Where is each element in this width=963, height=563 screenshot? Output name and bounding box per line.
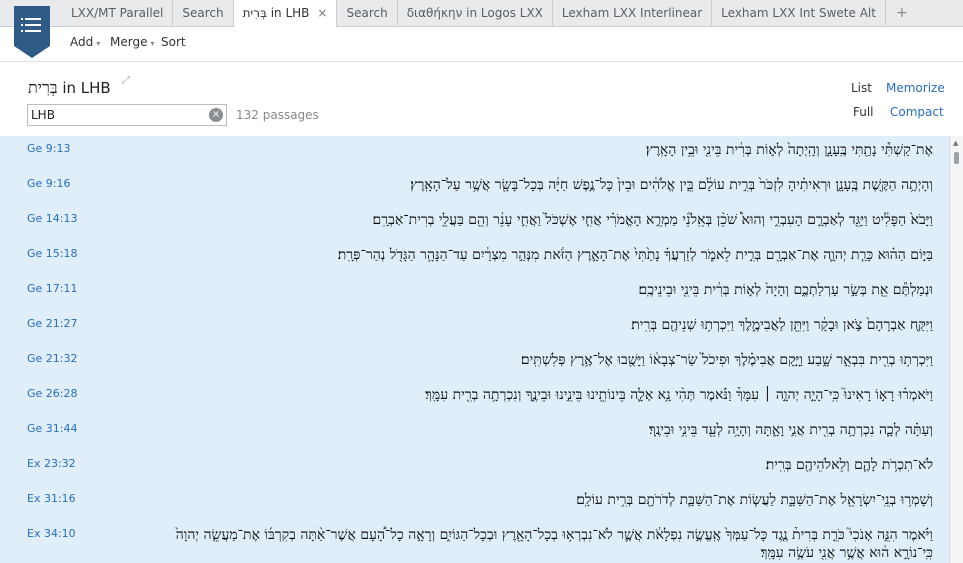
tab-bar: LXX/MT Parallel Search בְּרִית in LHB × Sear…	[0, 0, 963, 28]
verse-reference-link[interactable]: Ex 31:16	[27, 492, 76, 505]
verse-reference-link[interactable]: Ge 17:11	[27, 282, 78, 295]
memorize-view-link[interactable]: Memorize	[886, 81, 945, 95]
vertical-scrollbar[interactable]: ▲	[949, 136, 963, 563]
tab-label: Lexham LXX Int Swete Alt	[721, 6, 876, 20]
verse-reference-link[interactable]: Ge 26:28	[27, 387, 78, 400]
result-row[interactable]: Ex 31:16 וְשָׁמְר֥וּ בְנֵֽי־יִשְׂרָאֵ֖ל א…	[0, 486, 945, 521]
verse-text: וַיֹּ֗אמֶר הִנֵּ֣ה אָנֹכִי֮ כֹּרֵ֣ת בְּר…	[175, 527, 933, 561]
verse-text: וּנְמַלְתֶּ֕ם אֵ֖ת בְּשַׂ֣ר עָרְלַתְכֶ֑ם…	[638, 282, 933, 298]
verse-text: בַּיּ֣וֹם הַה֗וּא כָּרַ֧ת יְהוָ֛ה אֶת־אַ…	[337, 247, 933, 263]
verse-reference-link[interactable]: Ge 21:32	[27, 352, 78, 365]
tab-5[interactable]: Lexham LXX Interlinear	[553, 0, 713, 27]
verse-reference-link[interactable]: Ex 23:32	[27, 457, 76, 470]
merge-menu-button[interactable]: Merge ▾	[110, 35, 154, 49]
add-caret-icon: ▾	[96, 39, 101, 48]
verse-text: וְהָיְתָ֥ה הַקֶּ֖שֶׁת בֶּֽעָנָ֑ן וּרְאִי…	[410, 177, 933, 193]
tab-label: Search	[182, 6, 224, 20]
result-row[interactable]: Ge 21:32 וַיִּכְרְת֥וּ בְרִ֖ית בִּבְאֵ֣ר …	[0, 346, 945, 381]
verse-reference-link[interactable]: Ge 9:16	[27, 177, 71, 190]
tab-4[interactable]: διαθήκην in Logos LXX	[398, 0, 553, 27]
result-row[interactable]: Ge 26:28 וַיֹּאמְר֗וּ רָא֣וֹ רָאִינוּ֮ כִ…	[0, 381, 945, 416]
list-view-link[interactable]: List	[851, 81, 872, 95]
result-row[interactable]: Ge 9:16 וְהָיְתָ֥ה הַקֶּ֖שֶׁת בֶּֽעָנָ֑ן …	[0, 171, 945, 206]
tab-3[interactable]: Search	[337, 0, 398, 27]
toolbar: Add ▾ Merge ▾ Sort	[0, 27, 963, 62]
result-row[interactable]: Ex 34:10 וַיֹּ֗אמֶר הִנֵּ֣ה אָנֹכִי֮ כֹּר…	[0, 521, 945, 561]
passage-count: 132 passages	[236, 108, 319, 122]
tab-0[interactable]: LXX/MT Parallel	[62, 0, 174, 27]
add-menu-button[interactable]: Add ▾	[70, 35, 100, 49]
add-label: Add	[70, 35, 94, 49]
verse-reference-link[interactable]: Ex 34:10	[27, 527, 76, 540]
verse-text: אֶת־קַשְׁתִּ֕י נָתַ֖תִּי בֶּֽעָנָ֑ן וְהָ…	[645, 142, 933, 158]
tab-label: Lexham LXX Interlinear	[561, 6, 703, 20]
tab-strip: LXX/MT Parallel Search בְּרִית in LHB × Sear…	[62, 0, 918, 28]
new-tab-button[interactable]: +	[886, 0, 918, 27]
result-row[interactable]: Ge 17:11 וּנְמַלְתֶּ֕ם אֵ֖ת בְּשַׂ֣ר עָרְ…	[0, 276, 945, 311]
clear-icon[interactable]: ×	[209, 108, 223, 122]
result-row[interactable]: Ge 14:13 וַיָּבֹא֙ הַפָּלִ֔יט וַיַּגֵּ֖ד …	[0, 206, 945, 241]
merge-label: Merge	[110, 35, 148, 49]
verse-text: וַיָּבֹא֙ הַפָּלִ֔יט וַיַּגֵּ֖ד לְאַבְרָ…	[372, 212, 933, 228]
verse-text: וְעַתָּ֗ה לְכָ֛ה נִכְרְתָ֥ה בְרִ֖ית אֲנִ…	[648, 422, 933, 438]
result-row[interactable]: Ge 31:44 וְעַתָּ֗ה לְכָ֛ה נִכְרְתָ֥ה בְרִ…	[0, 416, 945, 451]
verse-text: וַיִּקַּ֤ח אַבְרָהָם֙ צֹ֣אן וּבָקָ֔ר וַי…	[631, 317, 933, 333]
title-suffix: in LHB	[62, 79, 111, 97]
verse-reference-link[interactable]: Ge 21:27	[27, 317, 78, 330]
tab-1[interactable]: Search	[173, 0, 234, 27]
compact-view-link[interactable]: Compact	[890, 105, 944, 119]
results-header: בְּרִית in LHB ⤢ × 132 passages List Mem…	[0, 62, 963, 136]
tab-label: LXX/MT Parallel	[71, 6, 164, 20]
results-list: Ge 9:13 אֶת־קַשְׁתִּ֕י נָתַ֖תִּי בֶּֽעָנָ…	[0, 136, 963, 563]
search-box: ×	[27, 104, 227, 126]
verse-text: וְשָׁמְר֥וּ בְנֵֽי־יִשְׂרָאֵ֖ל אֶת־הַשַּ…	[576, 492, 933, 508]
page-title: בְּרִית in LHB	[28, 78, 111, 98]
pin-icon[interactable]: ⤢	[122, 75, 130, 86]
tab-label: Search	[346, 6, 388, 20]
tab-6[interactable]: Lexham LXX Int Swete Alt	[712, 0, 886, 27]
result-row[interactable]: Ge 21:27 וַיִּקַּ֤ח אַבְרָהָם֙ צֹ֣אן וּבָ…	[0, 311, 945, 346]
verse-reference-link[interactable]: Ge 15:18	[27, 247, 78, 260]
verse-reference-link[interactable]: Ge 9:13	[27, 142, 71, 155]
verse-text: וַיִּכְרְת֥וּ בְרִ֖ית בִּבְאֵ֣ר שָׁ֑בַע …	[520, 352, 933, 368]
tab-label: בְּרִית in LHB	[242, 6, 310, 20]
close-tab-icon[interactable]: ×	[317, 6, 327, 20]
verse-reference-link[interactable]: Ge 14:13	[27, 212, 78, 225]
full-view-link[interactable]: Full	[853, 105, 874, 119]
search-input[interactable]	[31, 107, 206, 123]
menu-icon[interactable]	[14, 6, 50, 58]
scroll-up-icon[interactable]: ▲	[953, 139, 958, 147]
title-hebrew: בְּרִית	[28, 78, 58, 97]
result-row[interactable]: Ex 23:32 לֹא־תִכְרֹ֥ת לָהֶ֛ם וְלֵאלֹהֵיהֶ…	[0, 451, 945, 486]
merge-caret-icon: ▾	[150, 39, 155, 48]
result-row[interactable]: Ge 15:18 בַּיּ֣וֹם הַה֗וּא כָּרַ֧ת יְהוָ֛…	[0, 241, 945, 276]
verse-text: לֹא־תִכְרֹ֥ת לָהֶ֛ם וְלֵאלֹהֵיהֶ֖ם בְּרִ…	[765, 457, 933, 473]
sort-button[interactable]: Sort	[161, 35, 186, 49]
verse-text: וַיֹּאמְר֗וּ רָא֣וֹ רָאִינוּ֮ כִּֽי־הָיָ…	[425, 387, 933, 403]
tab-label: διαθήκην in Logos LXX	[406, 6, 543, 20]
verse-reference-link[interactable]: Ge 31:44	[27, 422, 78, 435]
tab-2[interactable]: בְּרִית in LHB ×	[233, 0, 338, 28]
scroll-thumb[interactable]	[954, 152, 959, 164]
result-row[interactable]: Ge 9:13 אֶת־קַשְׁתִּ֕י נָתַ֖תִּי בֶּֽעָנָ…	[0, 136, 945, 171]
